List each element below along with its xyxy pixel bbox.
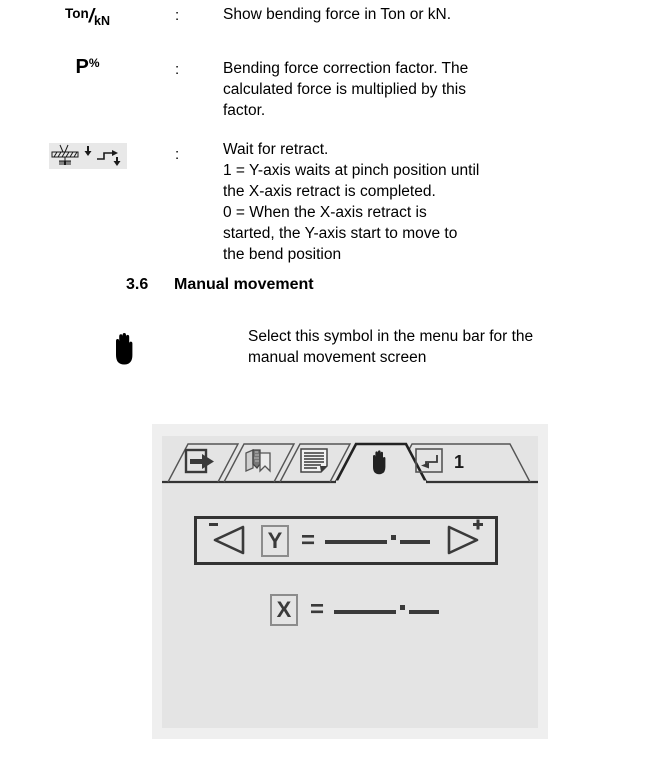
hand-note-line: manual movement screen	[248, 349, 427, 366]
x-value-integer-blank	[334, 609, 397, 614]
p-percent-symbol-cell: P%	[0, 54, 175, 79]
x-value-decimal-point	[400, 604, 406, 610]
legend-description-line: 0 = When the X-axis retract is	[223, 204, 427, 221]
tab-bend-step[interactable]	[424, 440, 528, 484]
legend-row: : Wait for retract. 1 = Y-axis waits at …	[0, 139, 649, 265]
y-jog-plus-button[interactable]	[441, 518, 485, 563]
legend-description-line: Wait for retract.	[223, 141, 329, 158]
legend-description-line: 1 = Y-axis waits at pinch position until	[223, 162, 480, 179]
x-axis-row: X =	[270, 594, 440, 626]
y-value-integer-blank	[325, 540, 388, 544]
legend-description-line: the bend position	[223, 246, 342, 263]
section-title: Manual movement	[174, 276, 314, 293]
menu-bar: 1	[162, 438, 538, 484]
y-value-decimal-point	[391, 535, 397, 540]
legend-description-line: calculated force is multiplied by this	[223, 81, 466, 98]
ton-label: Ton	[64, 6, 89, 21]
kn-label: kN	[94, 14, 110, 28]
legend-description-line: factor.	[223, 102, 266, 119]
p-label: P	[75, 56, 89, 78]
hand-symbol-note: Select this symbol in the menu bar for t…	[0, 322, 649, 375]
legend-colon: :	[175, 146, 180, 163]
legend-colon: :	[175, 7, 180, 24]
tab-program-list[interactable]	[290, 440, 344, 484]
legend-colon: :	[175, 61, 180, 78]
ton-kn-symbol-cell: Ton/kN	[0, 4, 175, 28]
legend-description-line: the X-axis retract is completed.	[223, 183, 436, 200]
legend-description: Wait for retract. 1 = Y-axis waits at pi…	[223, 139, 649, 265]
legend-description-line: Bending force correction factor. The	[223, 60, 469, 77]
legend-description: Show bending force in Ton or kN.	[223, 4, 649, 25]
wait-for-retract-symbol	[48, 143, 127, 169]
wait-for-retract-symbol-cell	[0, 139, 175, 169]
percent-glyph: %	[88, 56, 100, 70]
section-heading: 3.6 Manual movement	[126, 276, 314, 294]
tab-manual-movement[interactable]	[346, 440, 420, 484]
x-axis-label-box: X	[270, 594, 298, 626]
legend-description-line: Show bending force in Ton or kN.	[223, 6, 452, 23]
machine-screen-panel: 1 Y = X =	[152, 424, 548, 739]
hand-symbol	[109, 330, 139, 375]
legend-description-line: started, the Y-axis start to move to	[223, 225, 458, 242]
tab-enter-program[interactable]	[168, 440, 232, 484]
ton-kn-symbol: Ton/kN	[65, 6, 110, 28]
x-axis-equals: =	[310, 596, 325, 623]
y-axis-label-box: Y	[261, 524, 289, 557]
x-value-fraction-blank	[409, 609, 440, 614]
y-jog-minus-button[interactable]	[207, 518, 249, 563]
hand-note-description: Select this symbol in the menu bar for t…	[248, 322, 649, 368]
hand-symbol-cell	[0, 322, 248, 375]
p-percent-symbol: P%	[75, 56, 99, 79]
legend-row: Ton/kN : Show bending force in Ton or kN…	[0, 4, 649, 28]
y-axis-equals: =	[301, 526, 316, 554]
legend-row: P% : Bending force correction factor. Th…	[0, 54, 649, 121]
y-value-fraction-blank	[400, 540, 431, 544]
section-number: 3.6	[126, 276, 149, 293]
x-axis-value[interactable]	[334, 604, 440, 616]
hand-note-line: Select this symbol in the menu bar for t…	[248, 328, 534, 345]
minus-sign	[209, 523, 218, 526]
machine-screen-inner: 1 Y = X =	[162, 436, 538, 728]
symbol-legend-table: Ton/kN : Show bending force in Ton or kN…	[0, 0, 649, 265]
y-axis-value[interactable]	[325, 535, 431, 546]
plus-sign	[473, 519, 483, 530]
legend-description: Bending force correction factor. The cal…	[223, 54, 649, 121]
tab-tools[interactable]	[232, 440, 290, 484]
y-axis-row: Y =	[194, 516, 498, 565]
